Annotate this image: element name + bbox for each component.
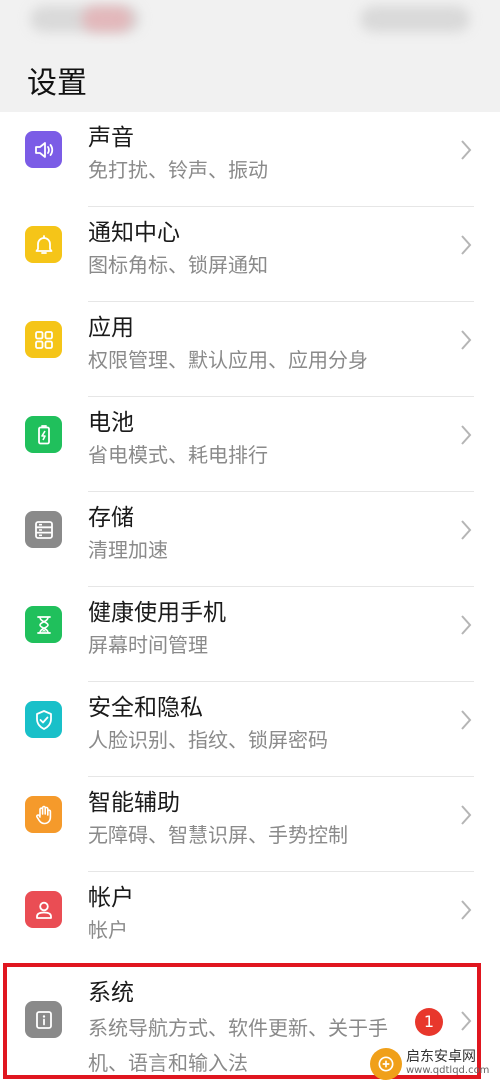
settings-item-storage[interactable]: 存储 清理加速 (0, 492, 500, 587)
bell-icon (25, 226, 62, 263)
settings-item-label: 智能辅助 (88, 790, 180, 816)
settings-item-notifications[interactable]: 通知中心 图标角标、锁屏通知 (0, 207, 500, 302)
settings-item-sound[interactable]: 声音 免打扰、铃声、振动 (0, 112, 500, 207)
settings-item-digital-balance[interactable]: 健康使用手机 屏幕时间管理 (0, 587, 500, 682)
settings-item-subtitle: 图标角标、锁屏通知 (88, 253, 268, 277)
storage-icon (25, 511, 62, 548)
hourglass-icon (25, 606, 62, 643)
status-bar (0, 0, 500, 44)
chevron-right-icon (461, 330, 472, 350)
chevron-right-icon (461, 805, 472, 825)
settings-item-label: 健康使用手机 (88, 600, 226, 626)
settings-item-subtitle: 人脸识别、指纹、锁屏密码 (88, 728, 328, 752)
chevron-right-icon (461, 615, 472, 635)
person-icon (25, 891, 62, 928)
settings-item-subtitle: 权限管理、默认应用、应用分身 (88, 348, 368, 372)
settings-item-apps[interactable]: 应用 权限管理、默认应用、应用分身 (0, 302, 500, 397)
settings-item-subtitle: 屏幕时间管理 (88, 633, 208, 657)
chevron-right-icon (461, 520, 472, 540)
chevron-right-icon (461, 900, 472, 920)
apps-grid-icon (25, 321, 62, 358)
chevron-right-icon (461, 235, 472, 255)
settings-item-subtitle: 帐户 (88, 918, 128, 942)
settings-item-label: 通知中心 (88, 220, 180, 246)
settings-item-battery[interactable]: 电池 省电模式、耗电排行 (0, 397, 500, 492)
watermark-line1: 启东安卓网 (406, 1049, 476, 1065)
page-header: 设置 (0, 44, 500, 112)
settings-item-security[interactable]: 安全和隐私 人脸识别、指纹、锁屏密码 (0, 682, 500, 777)
settings-item-label: 声音 (88, 125, 134, 151)
chevron-right-icon (461, 710, 472, 730)
settings-item-subtitle: 无障碍、智慧识屏、手势控制 (88, 823, 348, 847)
settings-item-label: 应用 (88, 315, 134, 341)
watermark-line2: www.qdtlqd.com (406, 1065, 490, 1076)
settings-item-accounts[interactable]: 帐户 帐户 (0, 872, 500, 967)
chevron-right-icon (461, 425, 472, 445)
watermark: 启东安卓网 www.qdtlqd.com (370, 1046, 500, 1082)
settings-item-subtitle: 清理加速 (88, 538, 168, 562)
battery-icon (25, 416, 62, 453)
blurred-status-right (360, 6, 470, 32)
speaker-icon (25, 131, 62, 168)
shield-check-icon (25, 701, 62, 738)
settings-item-subtitle: 免打扰、铃声、振动 (88, 158, 268, 182)
settings-item-subtitle: 省电模式、耗电排行 (88, 443, 268, 467)
blurred-status-accent (82, 6, 132, 32)
settings-item-label: 电池 (88, 410, 134, 436)
hand-icon (25, 796, 62, 833)
page-title: 设置 (27, 66, 87, 101)
chevron-right-icon (461, 140, 472, 160)
settings-item-label: 安全和隐私 (88, 695, 203, 721)
settings-item-smart-assistance[interactable]: 智能辅助 无障碍、智慧识屏、手势控制 (0, 777, 500, 872)
watermark-logo (370, 1048, 402, 1080)
watermark-text: 启东安卓网 www.qdtlqd.com (406, 1050, 489, 1078)
settings-item-label: 存储 (88, 505, 134, 531)
settings-item-label: 帐户 (88, 885, 134, 911)
